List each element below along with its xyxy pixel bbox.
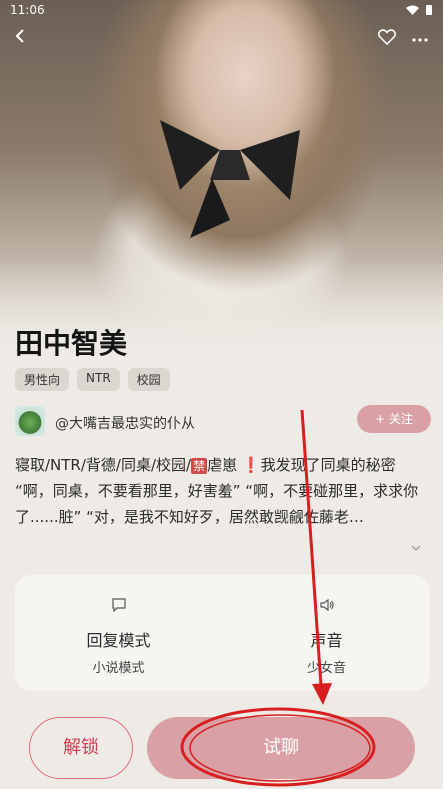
voice-label: 声音 [310, 631, 343, 650]
wifi-icon [406, 5, 419, 15]
alert-mark-icon: ❗ [241, 456, 261, 474]
reply-mode-value: 小说模式 [92, 661, 145, 676]
follow-button[interactable]: + 关注 [357, 405, 431, 433]
modes-card: 回复模式 小说模式 声音 少女音 [15, 575, 430, 691]
trial-chat-button[interactable]: 试聊 [147, 717, 415, 779]
status-icons [406, 4, 433, 16]
more-icon[interactable] [411, 28, 431, 48]
tag-list: 男性向 NTR 校园 [15, 368, 170, 391]
heart-outline-icon[interactable] [377, 29, 398, 49]
author-name[interactable]: @大嘴吉最忠实的仆从 [55, 413, 195, 433]
voice-setting[interactable]: 声音 少女音 [223, 575, 430, 691]
tag-item[interactable]: NTR [77, 368, 120, 391]
character-description[interactable]: 寝取/NTR/背德/同桌/校园/禁虐崽 ❗我发现了同桌的秘密 “啊，同桌，不要看… [15, 452, 431, 530]
character-cover-image [0, 0, 443, 370]
unlock-button[interactable]: 解锁 [29, 717, 133, 779]
description-middle: 虐崽 [207, 456, 242, 474]
author-avatar[interactable] [15, 406, 45, 436]
chevron-down-icon[interactable] [411, 540, 421, 554]
cover-artwork-tie [160, 120, 300, 238]
reply-mode-setting[interactable]: 回复模式 小说模式 [15, 575, 222, 691]
status-bar: 11:06 [0, 0, 443, 20]
tag-item[interactable]: 校园 [127, 368, 170, 391]
battery-icon [426, 5, 432, 15]
top-nav [0, 26, 443, 52]
character-name: 田中智美 [15, 327, 128, 360]
back-arrow-icon[interactable] [14, 28, 34, 50]
speaker-icon [320, 598, 334, 612]
voice-value: 少女音 [306, 661, 346, 676]
description-prefix: 寝取/NTR/背德/同桌/校园/ [15, 456, 192, 474]
status-time: 11:06 [10, 3, 45, 17]
ban-badge: 禁 [191, 458, 208, 474]
author-row: @大嘴吉最忠实的仆从 + 关注 [15, 405, 431, 437]
chat-bubble-icon [112, 598, 126, 613]
reply-mode-label: 回复模式 [86, 631, 151, 650]
tag-item[interactable]: 男性向 [15, 368, 70, 391]
